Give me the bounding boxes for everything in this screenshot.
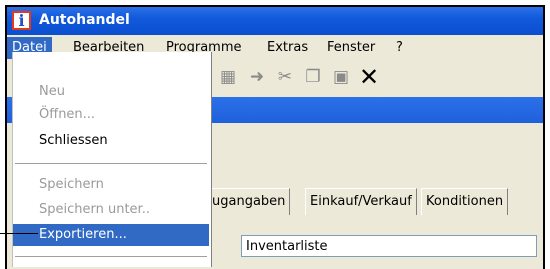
menu-item-oeffnen: Öffnen...	[39, 107, 96, 122]
menu-item-speichern-unter: Speichern unter..	[39, 202, 150, 217]
menu-separator	[15, 256, 207, 257]
window-title: Autohandel	[39, 12, 130, 28]
cut-icon[interactable]: ✂	[275, 67, 295, 87]
menu-item-neu: Neu	[39, 84, 65, 99]
delete-icon[interactable]: ✕	[359, 65, 379, 89]
menu-item-speichern: Speichern	[39, 177, 104, 192]
tab-zugangaben[interactable]: ugangaben	[207, 188, 291, 215]
callout-line	[0, 233, 38, 234]
insert-icon[interactable]: ➜	[247, 67, 267, 87]
title-bar: i Autohandel	[7, 7, 543, 35]
app-info-icon: i	[12, 11, 31, 30]
menu-fenster[interactable]: Fenster	[322, 37, 380, 59]
copy-icon[interactable]: ❐	[303, 67, 323, 87]
menu-item-schliessen[interactable]: Schliessen	[13, 130, 209, 152]
menu-separator	[15, 163, 207, 164]
inventory-field[interactable]: Inventarliste	[241, 235, 537, 257]
menu-help[interactable]: ?	[391, 37, 408, 59]
calculator-icon[interactable]: ▦	[218, 67, 238, 87]
datei-dropdown-menu: Neu Öffnen... Schliessen Speichern Speic…	[12, 52, 212, 267]
tab-konditionen[interactable]: Konditionen	[421, 188, 509, 215]
tab-einkauf-verkauf[interactable]: Einkauf/Verkauf	[305, 188, 417, 215]
menu-extras[interactable]: Extras	[262, 37, 313, 59]
menu-item-exportieren[interactable]: Exportieren...	[13, 224, 209, 246]
paste-icon[interactable]: ▣	[331, 67, 351, 87]
